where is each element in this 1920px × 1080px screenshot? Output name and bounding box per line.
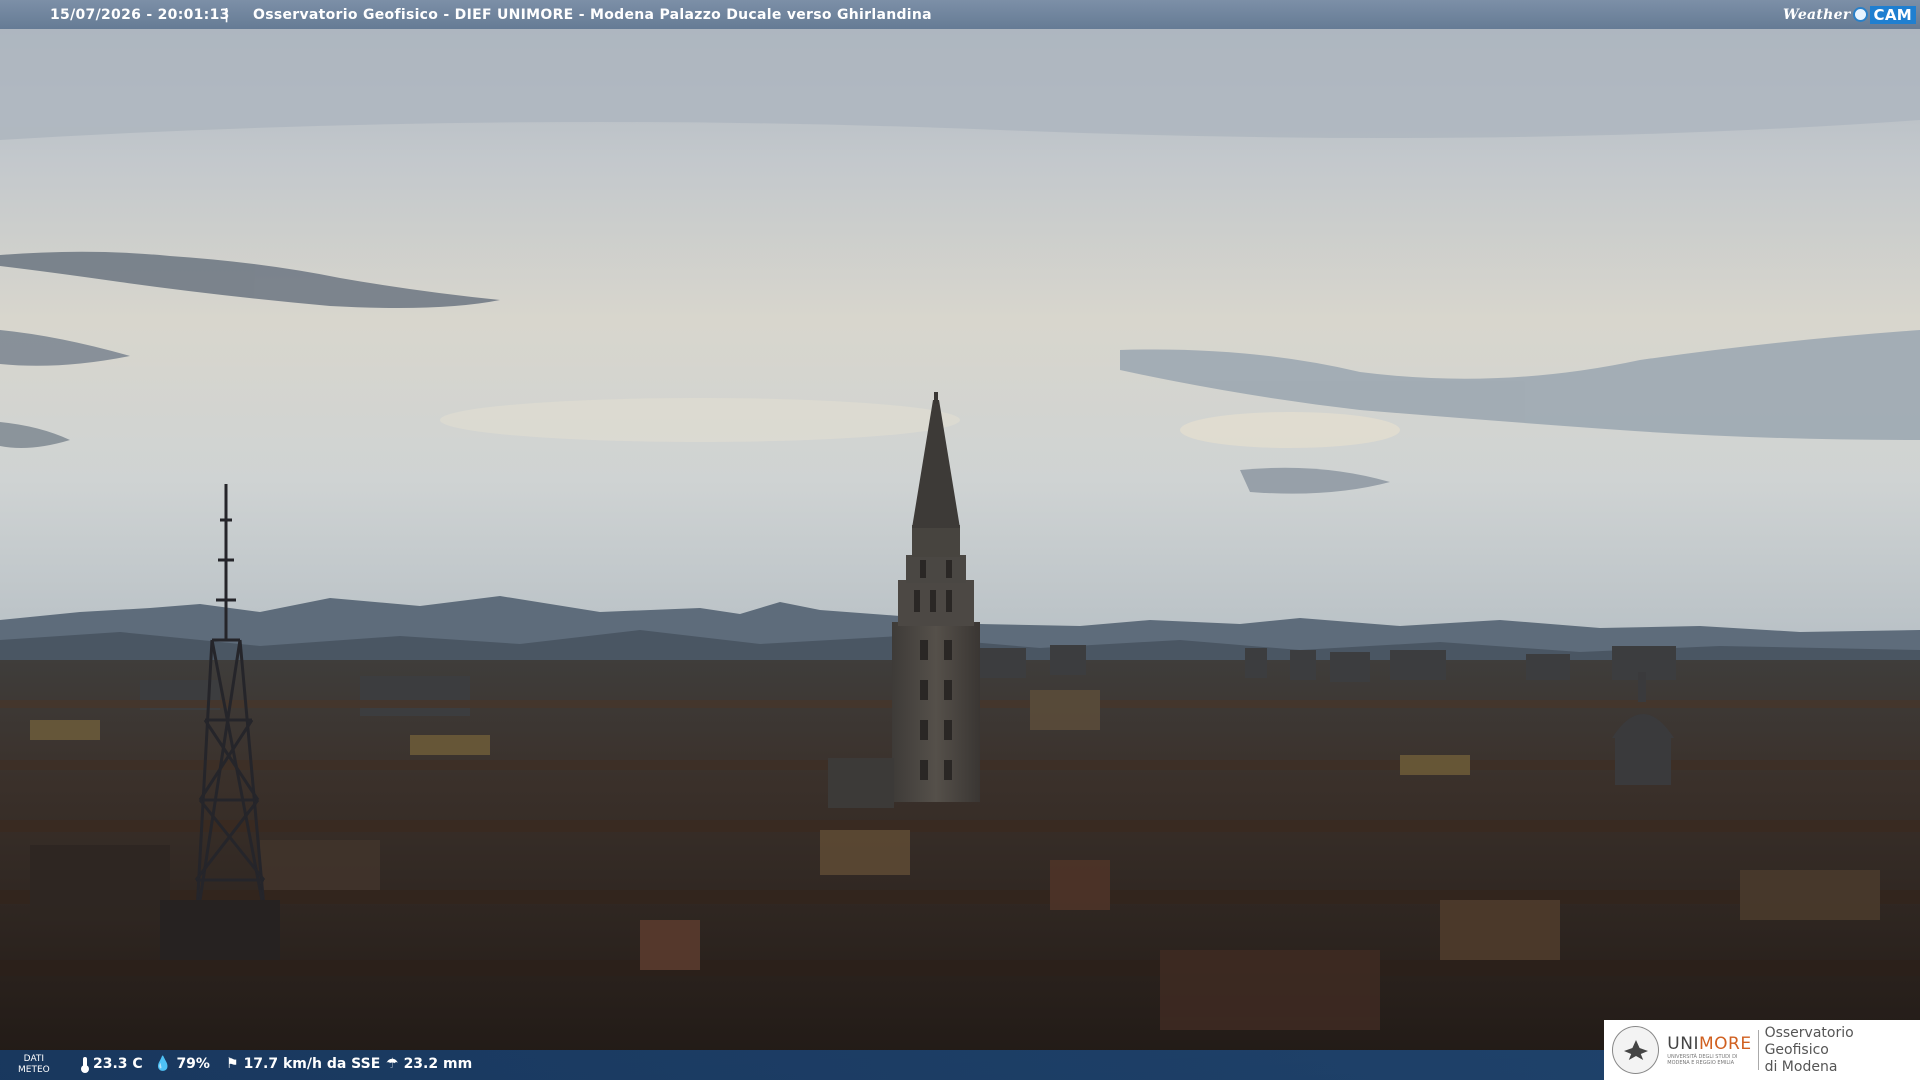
logo-divider bbox=[1757, 1030, 1759, 1070]
temperature-reading: 23.3 C bbox=[81, 1056, 143, 1073]
humidity-drop-icon: 💧 bbox=[154, 1056, 172, 1072]
timestamp: 15/07/2026 - 20:01:13 bbox=[50, 6, 230, 23]
header-separator: | bbox=[224, 6, 230, 23]
observatory-name: Osservatorio Geofisico di Modena bbox=[1764, 1024, 1854, 1075]
logo-cam-text: CAM bbox=[1869, 5, 1916, 24]
weather-bar-label: DATI METEO bbox=[18, 1054, 50, 1075]
university-subtitle: UNIVERSITÀ DEGLI STUDI DI MODENA E REGGI… bbox=[1667, 1054, 1738, 1066]
humidity-reading: 💧 79% bbox=[154, 1056, 210, 1072]
rain-reading: ☂ 23.2 mm bbox=[386, 1056, 472, 1072]
university-name: UNIMORE bbox=[1667, 1034, 1752, 1054]
weathercam-logo: Weather CAM bbox=[1783, 3, 1916, 26]
thermometer-icon bbox=[81, 1057, 89, 1073]
camera-title: Osservatorio Geofisico - DIEF UNIMORE - … bbox=[253, 6, 932, 23]
university-name-block: UNIMORE UNIVERSITÀ DEGLI STUDI DI MODENA… bbox=[1667, 1034, 1751, 1066]
rain-value: 23.2 mm bbox=[403, 1056, 473, 1072]
weather-data-bar: DATI METEO 23.3 C 💧 79% ⚑ 17.7 km/h da S… bbox=[0, 1050, 1604, 1080]
university-seal-icon bbox=[1612, 1026, 1660, 1074]
wind-value: 17.7 km/h da SSE bbox=[243, 1056, 381, 1072]
wind-icon: ⚑ bbox=[226, 1056, 239, 1072]
antenna-base-building bbox=[160, 900, 280, 960]
logo-weather-text: Weather bbox=[1782, 6, 1851, 23]
temperature-value: 23.3 C bbox=[93, 1056, 143, 1072]
overlay-header: 15/07/2026 - 20:01:13 | Osservatorio Geo… bbox=[0, 0, 1920, 29]
webcam-scene bbox=[0, 0, 1920, 1080]
rain-icon: ☂ bbox=[386, 1056, 399, 1072]
logo-dot-icon bbox=[1852, 7, 1868, 22]
wind-reading: ⚑ 17.7 km/h da SSE bbox=[226, 1056, 380, 1072]
humidity-value: 79% bbox=[176, 1056, 210, 1072]
unimore-observatory-logo: UNIMORE UNIVERSITÀ DEGLI STUDI DI MODENA… bbox=[1604, 1020, 1920, 1080]
